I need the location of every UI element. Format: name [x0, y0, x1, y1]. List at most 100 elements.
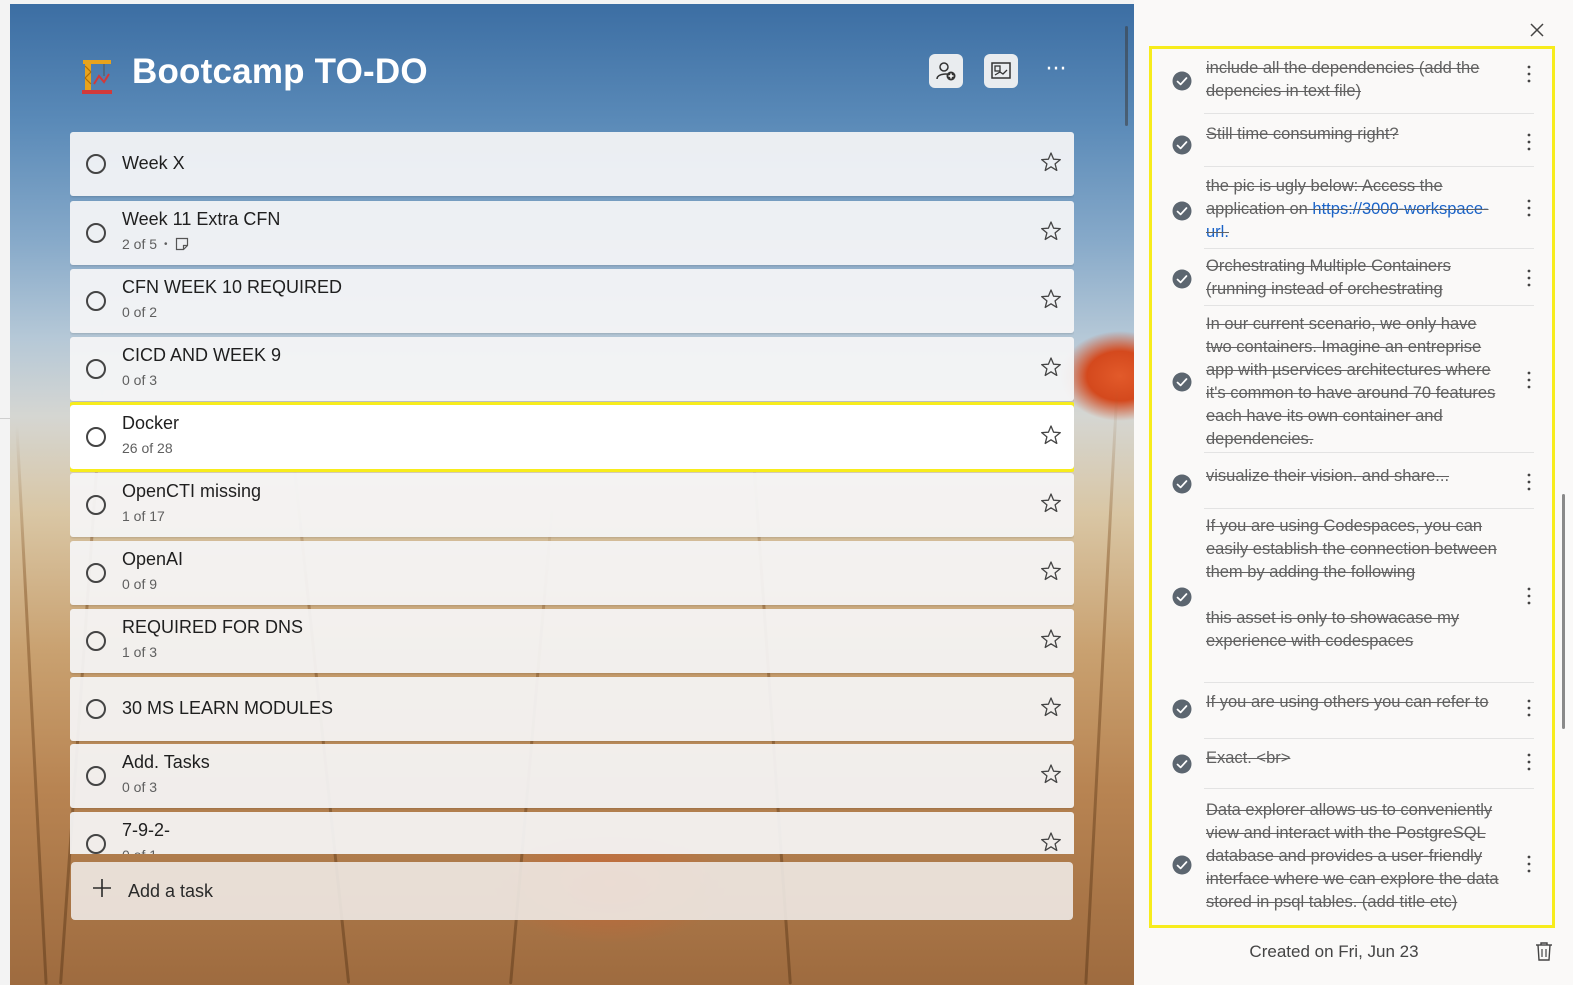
complete-task-checkbox[interactable]: [86, 154, 106, 174]
completed-check-icon[interactable]: [1172, 269, 1192, 289]
task-row[interactable]: Docker 26 of 28: [70, 402, 1074, 472]
step-text[interactable]: Data explorer allows us to conveniently …: [1206, 799, 1506, 914]
step-item[interactable]: If you are using Codespaces, you can eas…: [1152, 511, 1552, 681]
share-list-button[interactable]: [929, 54, 963, 88]
construction-crane-icon: [82, 60, 112, 94]
step-item[interactable]: Exact. <br>: [1152, 741, 1552, 787]
close-icon[interactable]: [1525, 18, 1549, 42]
step-item[interactable]: In our current scenario, we only have tw…: [1152, 307, 1552, 451]
task-row[interactable]: CFN WEEK 10 REQUIRED 0 of 2: [70, 269, 1074, 333]
step-text[interactable]: If you are using others you can refer to: [1206, 691, 1506, 714]
kebab-menu-icon[interactable]: [1526, 473, 1532, 491]
star-icon[interactable]: [1040, 628, 1062, 650]
task-row[interactable]: CICD AND WEEK 9 0 of 3: [70, 337, 1074, 401]
complete-task-checkbox[interactable]: [86, 359, 106, 379]
complete-task-checkbox[interactable]: [86, 427, 106, 447]
task-row[interactable]: Week X: [70, 132, 1074, 196]
step-text[interactable]: include all the dependencies (add the de…: [1206, 57, 1506, 103]
completed-check-icon[interactable]: [1172, 699, 1192, 719]
star-icon[interactable]: [1040, 492, 1062, 514]
separator-dot: •: [164, 238, 168, 250]
step-text[interactable]: Orchestrating Multiple Containers (runni…: [1206, 255, 1506, 301]
kebab-menu-icon[interactable]: [1526, 855, 1532, 873]
step-divider: [1204, 682, 1534, 683]
task-progress-text: 0 of 2: [122, 304, 158, 320]
step-text[interactable]: If you are using Codespaces, you can eas…: [1206, 515, 1506, 653]
star-icon[interactable]: [1040, 356, 1062, 378]
complete-task-checkbox[interactable]: [86, 834, 106, 854]
complete-task-checkbox[interactable]: [86, 563, 106, 583]
window-divider: [0, 418, 10, 419]
task-row[interactable]: OpenCTI missing 1 of 17: [70, 473, 1074, 537]
completed-check-icon[interactable]: [1172, 855, 1192, 875]
step-text[interactable]: In our current scenario, we only have tw…: [1206, 313, 1506, 451]
completed-check-icon[interactable]: [1172, 71, 1192, 91]
task-step-progress: 0 of 1: [122, 847, 157, 854]
step-item[interactable]: the pic is ugly below: Access the applic…: [1152, 169, 1552, 247]
star-icon[interactable]: [1040, 763, 1062, 785]
task-progress-text: 0 of 3: [122, 779, 158, 795]
task-row[interactable]: OpenAI 0 of 9: [70, 541, 1074, 605]
list-scrollbar[interactable]: [1125, 26, 1128, 126]
add-task-bar[interactable]: Add a task: [71, 862, 1073, 920]
task-row[interactable]: REQUIRED FOR DNS 1 of 3: [70, 609, 1074, 673]
step-item[interactable]: If you are using others you can refer to: [1152, 685, 1552, 737]
complete-task-checkbox[interactable]: [86, 766, 106, 786]
kebab-menu-icon[interactable]: [1526, 753, 1532, 771]
star-icon[interactable]: [1040, 288, 1062, 310]
kebab-menu-icon[interactable]: [1526, 133, 1532, 151]
step-item[interactable]: Orchestrating Multiple Containers (runni…: [1152, 249, 1552, 304]
task-row[interactable]: Add. Tasks 0 of 3: [70, 744, 1074, 808]
star-icon[interactable]: [1040, 424, 1062, 446]
kebab-menu-icon[interactable]: [1526, 269, 1532, 287]
complete-task-checkbox[interactable]: [86, 495, 106, 515]
note-icon: [175, 237, 188, 251]
kebab-menu-icon[interactable]: [1526, 371, 1532, 389]
completed-check-icon[interactable]: [1172, 372, 1192, 392]
star-icon[interactable]: [1040, 831, 1062, 853]
completed-check-icon[interactable]: [1172, 474, 1192, 494]
kebab-menu-icon[interactable]: [1526, 65, 1532, 83]
task-progress-text: 0 of 1: [122, 847, 157, 854]
star-icon[interactable]: [1040, 220, 1062, 242]
completed-check-icon[interactable]: [1172, 135, 1192, 155]
completed-check-icon[interactable]: [1172, 754, 1192, 774]
trash-icon[interactable]: [1533, 940, 1555, 962]
step-item[interactable]: Data explorer allows us to conveniently …: [1152, 793, 1552, 925]
complete-task-checkbox[interactable]: [86, 291, 106, 311]
step-text[interactable]: the pic is ugly below: Access the applic…: [1206, 175, 1506, 244]
step-text[interactable]: Still time consuming right?: [1206, 123, 1506, 146]
complete-task-checkbox[interactable]: [86, 699, 106, 719]
step-text[interactable]: Exact. <br>: [1206, 747, 1506, 770]
task-row[interactable]: Week 11 Extra CFN 2 of 5 •: [70, 201, 1074, 265]
task-title: CICD AND WEEK 9: [122, 345, 282, 365]
detail-scrollbar[interactable]: [1562, 494, 1565, 729]
complete-task-checkbox[interactable]: [86, 223, 106, 243]
kebab-menu-icon[interactable]: [1526, 587, 1532, 605]
kebab-menu-icon[interactable]: [1526, 199, 1532, 217]
kebab-menu-icon[interactable]: [1526, 699, 1532, 717]
step-item[interactable]: include all the dependencies (add the de…: [1152, 49, 1552, 112]
task-row[interactable]: 7-9-2- 0 of 1: [70, 812, 1074, 854]
list-title[interactable]: Bootcamp TO-DO: [132, 52, 428, 92]
task-step-progress: 26 of 28: [122, 440, 173, 456]
more-options-button[interactable]: ···: [1040, 56, 1072, 88]
star-icon[interactable]: [1040, 151, 1062, 173]
steps-list[interactable]: include all the dependencies (add the de…: [1149, 46, 1555, 928]
task-progress-text: 0 of 9: [122, 576, 158, 592]
completed-check-icon[interactable]: [1172, 587, 1192, 607]
task-row[interactable]: 30 MS LEARN MODULES: [70, 677, 1074, 741]
star-icon[interactable]: [1040, 696, 1062, 718]
task-step-progress: 2 of 5 •: [122, 236, 189, 252]
complete-task-checkbox[interactable]: [86, 631, 106, 651]
step-item[interactable]: visualize their vision. and share...: [1152, 459, 1552, 507]
task-title: CFN WEEK 10 REQUIRED: [122, 277, 343, 297]
step-text[interactable]: visualize their vision. and share...: [1206, 465, 1506, 488]
step-divider: [1204, 788, 1534, 789]
completed-check-icon[interactable]: [1172, 201, 1192, 221]
step-text-part: .: [1224, 223, 1229, 241]
star-icon[interactable]: [1040, 560, 1062, 582]
step-item[interactable]: Still time consuming right?: [1152, 117, 1552, 165]
plus-icon: [93, 879, 111, 897]
change-layout-button[interactable]: [984, 54, 1018, 88]
